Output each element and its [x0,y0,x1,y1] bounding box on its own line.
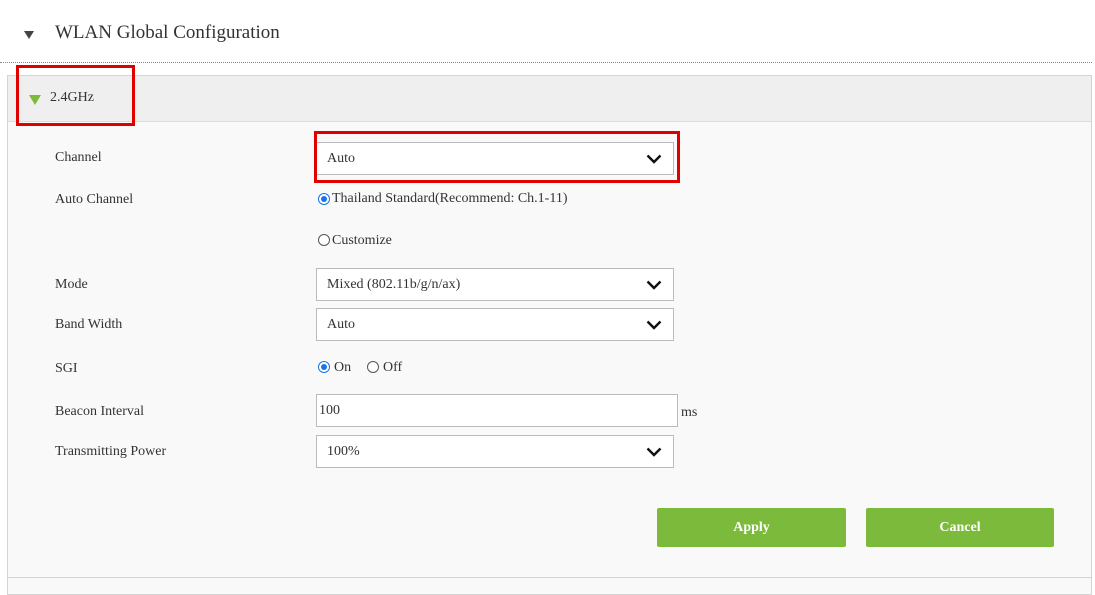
band-width-label: Band Width [55,317,123,332]
beacon-interval-unit: ms [681,405,698,420]
auto-channel-radio-customize[interactable] [318,234,330,246]
sgi-radio-on[interactable] [318,361,330,373]
chevron-down-icon [646,280,662,290]
chevron-down-icon [646,320,662,330]
transmitting-power-value: 100% [327,444,360,459]
panel-bottom-divider [8,577,1092,578]
transmitting-power-select[interactable]: 100% [316,435,674,468]
mode-value: Mixed (802.11b/g/n/ax) [327,277,461,292]
triangle-down-icon [29,95,41,105]
auto-channel-radio-thailand[interactable] [318,193,330,205]
sgi-option-on: On [334,360,352,375]
beacon-interval-input[interactable] [317,395,677,426]
mode-label: Mode [55,277,88,292]
section-title: WLAN Global Configuration [55,22,280,43]
channel-value: Auto [327,151,355,166]
sgi-label: SGI [55,361,78,376]
beacon-interval-label: Beacon Interval [55,404,145,419]
beacon-interval-field[interactable] [316,394,678,427]
auto-channel-label: Auto Channel [55,192,134,207]
channel-label: Channel [55,150,102,165]
triangle-down-icon [24,31,34,39]
sgi-radio-off[interactable] [367,361,379,373]
transmitting-power-label: Transmitting Power [55,444,167,459]
auto-channel-option-thailand: Thailand Standard(Recommend: Ch.1-11) [332,191,568,206]
band-width-value: Auto [327,317,355,332]
band-title: 2.4GHz [50,90,94,105]
cancel-button[interactable]: Cancel [866,508,1054,547]
channel-select[interactable]: Auto [316,142,674,175]
apply-button[interactable]: Apply [657,508,846,547]
chevron-down-icon [646,447,662,457]
section-header[interactable]: WLAN Global Configuration [0,0,1092,63]
sgi-option-off: Off [383,360,403,375]
mode-select[interactable]: Mixed (802.11b/g/n/ax) [316,268,674,301]
band-width-select[interactable]: Auto [316,308,674,341]
band-panel-header[interactable]: 2.4GHz [8,76,1091,122]
auto-channel-option-customize: Customize [332,233,392,248]
chevron-down-icon [646,154,662,164]
